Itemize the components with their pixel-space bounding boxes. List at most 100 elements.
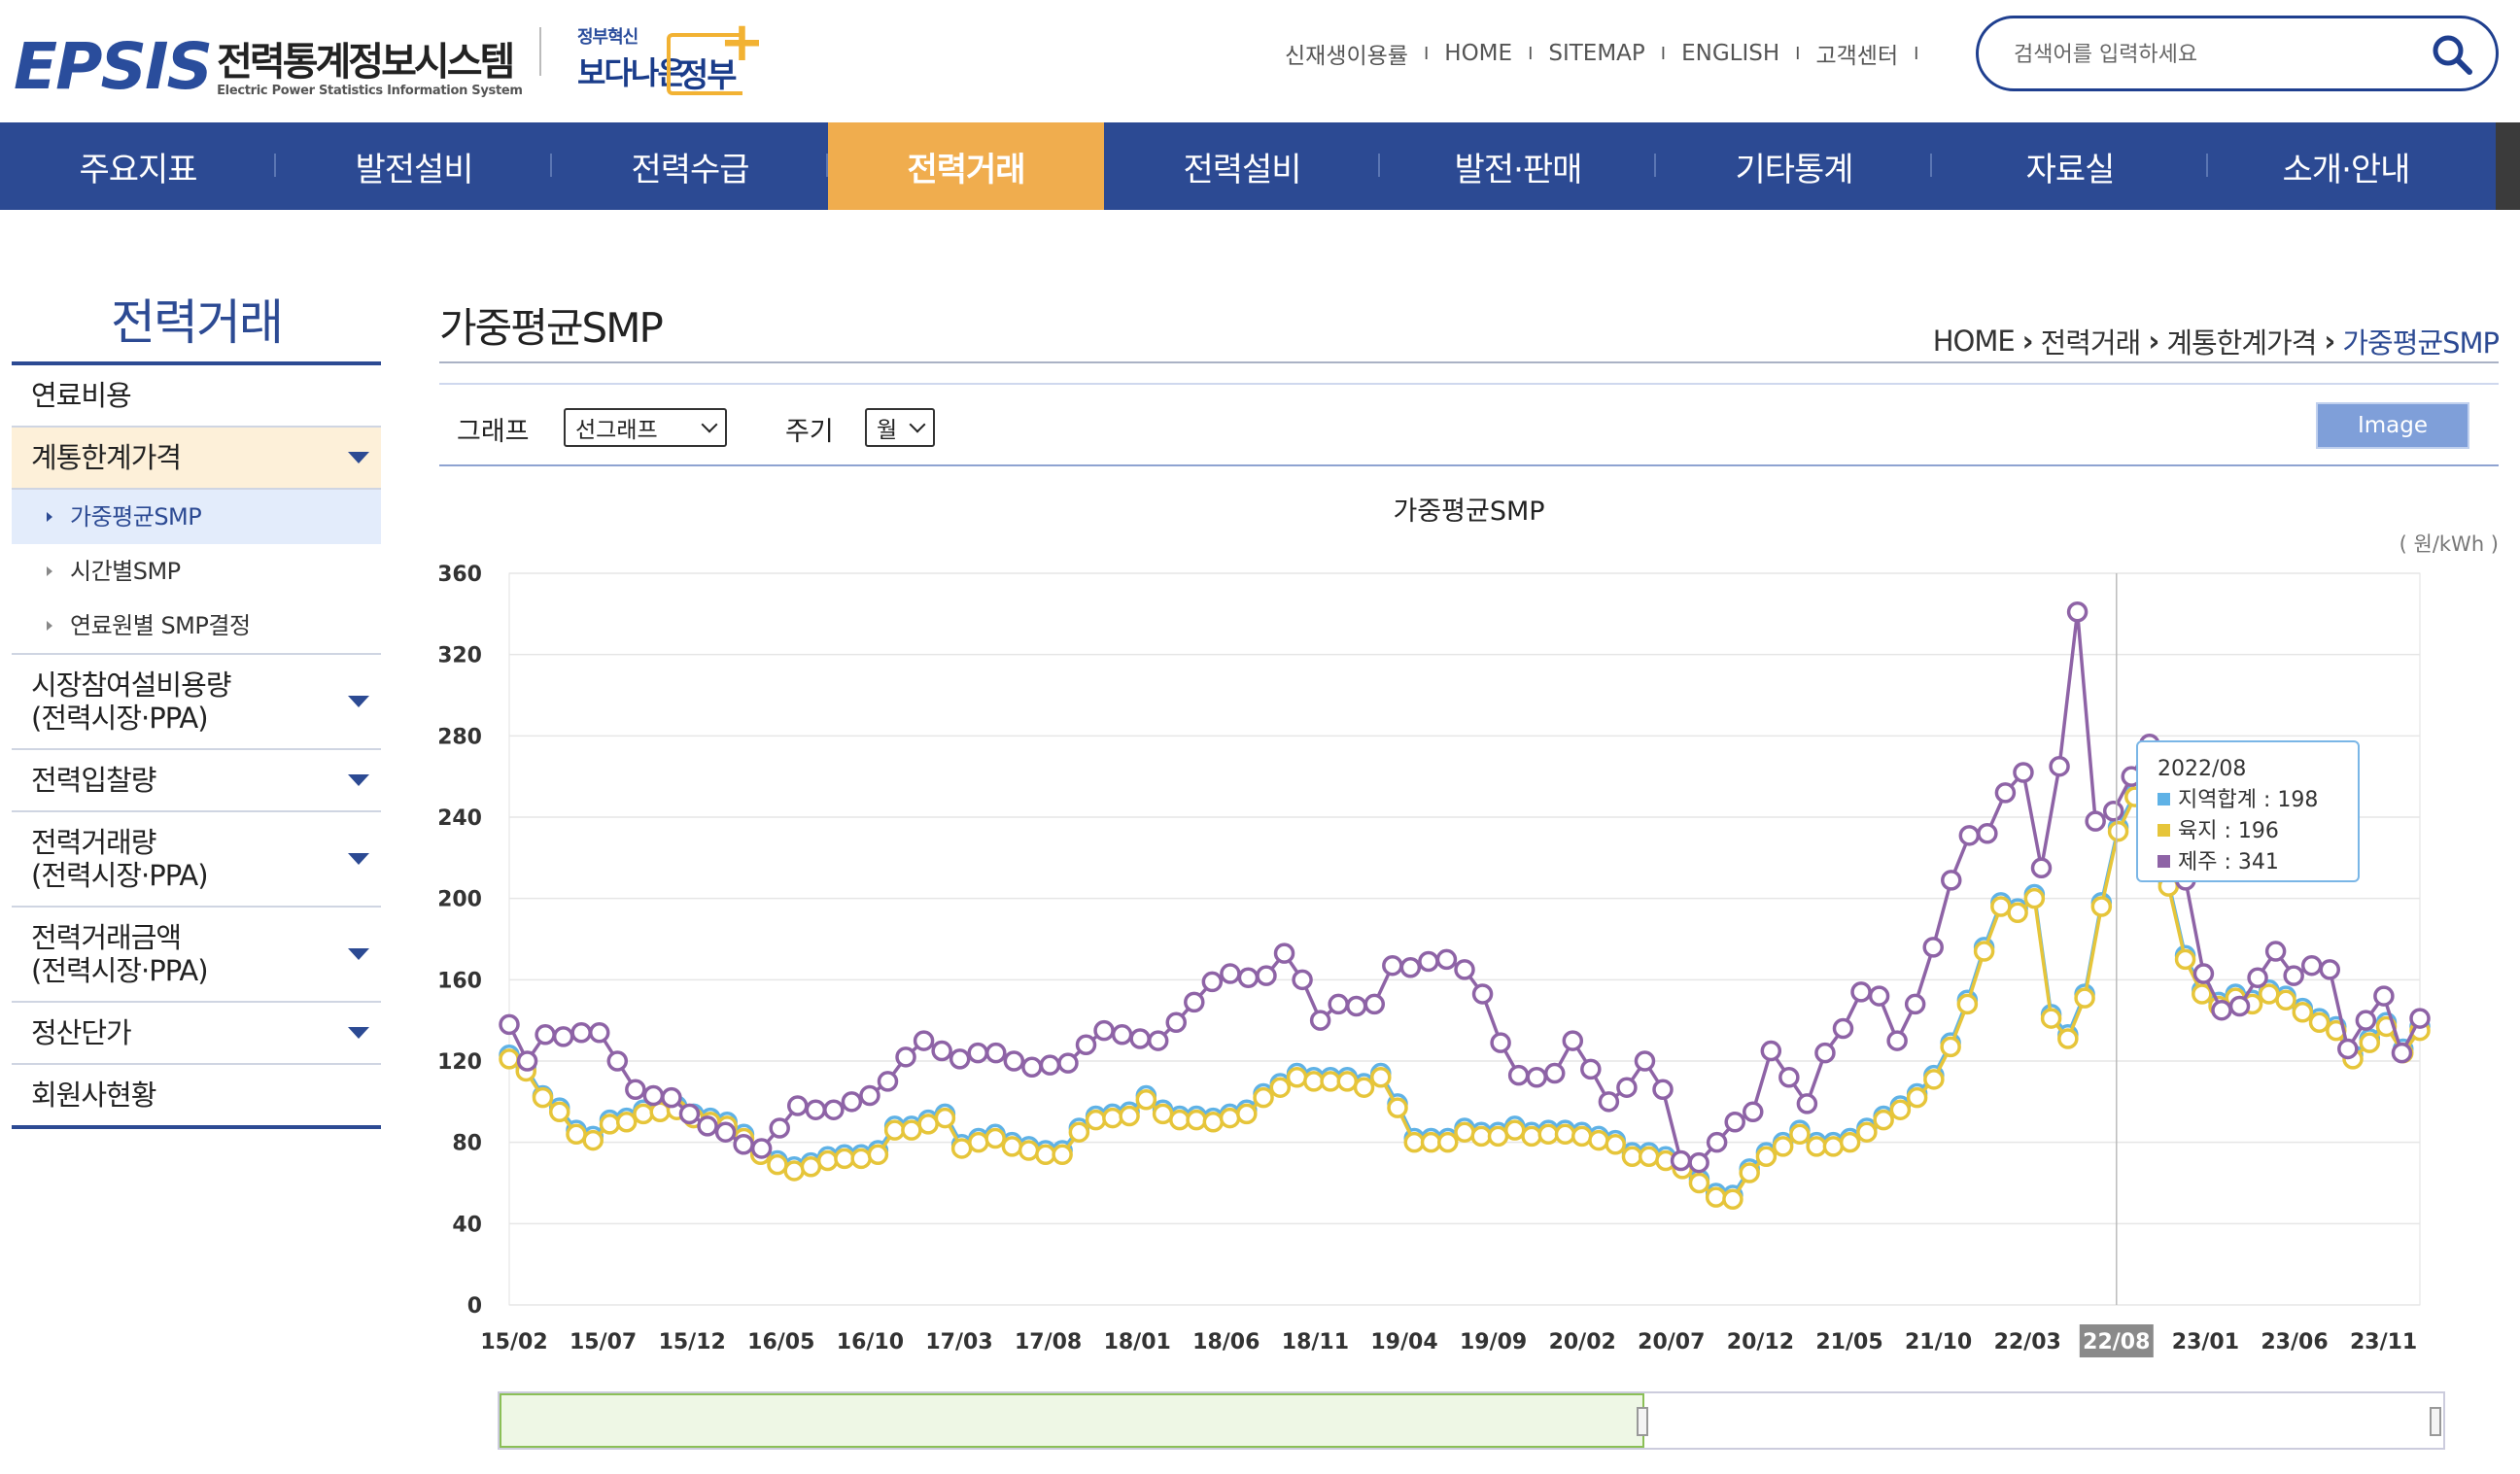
chart-tooltip: 2022/08 지역합계 : 198 육지 : 196 제주 : 341 xyxy=(2136,740,2360,882)
search-input[interactable] xyxy=(2014,36,2422,73)
y-tick-label: 240 xyxy=(439,806,482,831)
x-tick-label: 16/05 xyxy=(747,1330,814,1354)
sidebar-item-trade-amount[interactable]: 전력거래금액 (전력시장·PPA) xyxy=(12,908,381,1003)
series-land-point xyxy=(1739,1162,1760,1183)
period-select[interactable]: 월 xyxy=(865,408,935,447)
series-land-point xyxy=(1303,1071,1325,1092)
series-land-point xyxy=(1956,993,1979,1015)
util-link-renewable[interactable]: 신재생이용률 xyxy=(1285,37,1408,70)
sidebar-item-members[interactable]: 회원사현황 xyxy=(12,1065,381,1125)
breadcrumb-current: 가중평균SMP xyxy=(2342,326,2500,360)
nav-power-trading[interactable]: 전력거래 xyxy=(828,122,1104,210)
nav-resources[interactable]: 자료실 xyxy=(1932,122,2208,210)
series-jeju-point xyxy=(1941,870,1962,891)
series-jeju-point xyxy=(949,1048,971,1070)
nav-about[interactable]: 소개·안내 xyxy=(2208,122,2484,210)
sidebar-subitem-hourly-smp[interactable]: 시간별SMP xyxy=(12,544,381,599)
series-land-point xyxy=(499,1048,520,1070)
sidebar-item-capacity[interactable]: 시장참여설비용량 (전력시장·PPA) xyxy=(12,655,381,750)
nav-label: 전력설비 xyxy=(1183,150,1301,189)
logo-divider xyxy=(539,27,541,76)
nav-other-stats[interactable]: 기타통계 xyxy=(1656,122,1932,210)
util-sep: I xyxy=(1528,43,1534,64)
nav-main-indicators[interactable]: 주요지표 xyxy=(0,122,276,210)
series-jeju-point xyxy=(552,1026,574,1047)
series-jeju-point xyxy=(1850,981,1872,1003)
sidebar-subitem-weighted-smp[interactable]: 가중평균SMP xyxy=(12,490,381,544)
series-jeju-point xyxy=(1958,825,1981,846)
nav-generation-sales[interactable]: 발전·판매 xyxy=(1380,122,1656,210)
sidebar-item-settlement-price[interactable]: 정산단가 xyxy=(12,1003,381,1065)
series-land-point xyxy=(1923,1069,1945,1090)
image-export-button[interactable]: Image xyxy=(2316,402,2469,449)
series-land-point xyxy=(1454,1121,1475,1143)
sidebar-item-label: 전력거래금액 (전력시장·PPA) xyxy=(31,921,209,987)
util-link-support[interactable]: 고객센터 xyxy=(1815,37,1898,70)
series-jeju-point xyxy=(499,1013,520,1036)
chevron-right-icon: › xyxy=(2021,325,2034,358)
nav-label: 기타통계 xyxy=(1735,150,1853,189)
series-jeju-point xyxy=(1093,1019,1115,1042)
sidebar-item-smp[interactable]: 계통한계가격 xyxy=(12,428,381,490)
x-tick-label: 21/10 xyxy=(1905,1330,1972,1354)
breadcrumb-trading[interactable]: 전력거래 xyxy=(2041,321,2142,361)
caret-down-icon xyxy=(348,1027,369,1039)
series-land-point xyxy=(1253,1086,1274,1109)
series-jeju-point xyxy=(2409,1008,2431,1029)
series-jeju-point xyxy=(931,1040,952,1062)
series-jeju-point xyxy=(2066,600,2088,623)
util-link-home[interactable]: HOME xyxy=(1444,41,1512,66)
nav-supply-demand[interactable]: 전력수급 xyxy=(552,122,828,210)
series-land-point xyxy=(1638,1146,1660,1168)
x-tick-label: 23/01 xyxy=(2172,1330,2239,1354)
series-land-point xyxy=(1621,1146,1643,1168)
caret-down-icon xyxy=(348,452,369,463)
graph-type-label: 그래프 xyxy=(457,417,530,447)
x-tick-label: 15/07 xyxy=(570,1330,637,1354)
chart-range-scroller[interactable] xyxy=(498,1391,2445,1450)
logo-mark: EPSIS xyxy=(14,29,213,104)
caret-down-icon xyxy=(348,948,369,960)
series-land-point xyxy=(2259,983,2280,1005)
series-jeju-point xyxy=(661,1086,682,1109)
series-land-point xyxy=(1990,896,2012,917)
series-land-point xyxy=(2107,820,2129,842)
nav-generation-facilities[interactable]: 발전설비 xyxy=(276,122,552,210)
util-link-sitemap[interactable]: SITEMAP xyxy=(1548,41,1644,66)
series-land-point xyxy=(582,1129,604,1151)
nav-label: 주요지표 xyxy=(79,150,197,189)
util-link-english[interactable]: ENGLISH xyxy=(1681,41,1779,66)
sidebar-item-bidding[interactable]: 전력입찰량 xyxy=(12,750,381,812)
utility-links: 신재생이용률 I HOME I SITEMAP I ENGLISH I 고객센터 I xyxy=(1285,37,1934,70)
range-selection[interactable] xyxy=(500,1393,1644,1448)
graph-type-select[interactable]: 선그래프 xyxy=(564,408,727,447)
series-jeju-point xyxy=(1904,993,1926,1015)
legend-swatch-land xyxy=(2158,824,2170,837)
breadcrumb-smp[interactable]: 계통한계가격 xyxy=(2166,321,2317,361)
sidebar-subitem-fuel-smp[interactable]: 연료원별 SMP결정 xyxy=(12,599,381,655)
series-land-point xyxy=(1152,1103,1174,1125)
sidebar-title: 전력거래 xyxy=(111,294,284,351)
bullet-icon xyxy=(47,621,52,631)
search-icon[interactable] xyxy=(2430,32,2474,77)
range-handle-left[interactable] xyxy=(1637,1407,1648,1436)
series-land-point xyxy=(1119,1105,1140,1127)
nav-power-facilities[interactable]: 전력설비 xyxy=(1104,122,1380,210)
series-land-point xyxy=(1722,1188,1743,1210)
caret-down-icon xyxy=(348,696,369,707)
sidebar-item-fuel-cost[interactable]: 연료비용 xyxy=(12,365,381,428)
page-title: 가중평균SMP xyxy=(439,304,664,352)
series-jeju-point xyxy=(1490,1032,1511,1053)
x-tick-label: 18/01 xyxy=(1104,1330,1171,1354)
smp-line-chart[interactable]: 0 40 80 120 160 200 240 280 320 360 15/02 15/07 15/1… xyxy=(439,544,2499,1380)
series-land-point xyxy=(950,1138,973,1159)
sidebar-item-trade-volume[interactable]: 전력거래량 (전력시장·PPA) xyxy=(12,812,381,908)
breadcrumb-home[interactable]: HOME xyxy=(1933,325,2016,358)
range-handle-right[interactable] xyxy=(2430,1407,2441,1436)
search-box xyxy=(1976,16,2499,91)
series-jeju-point xyxy=(588,1021,610,1044)
site-header: EPSIS 전력통계정보시스템 Electric Power Statistic… xyxy=(0,0,2520,122)
series-jeju-point xyxy=(1922,937,1944,958)
epsis-logo[interactable]: EPSIS 전력통계정보시스템 Electric Power Statistic… xyxy=(14,21,523,99)
series-jeju-point xyxy=(1165,1011,1187,1034)
